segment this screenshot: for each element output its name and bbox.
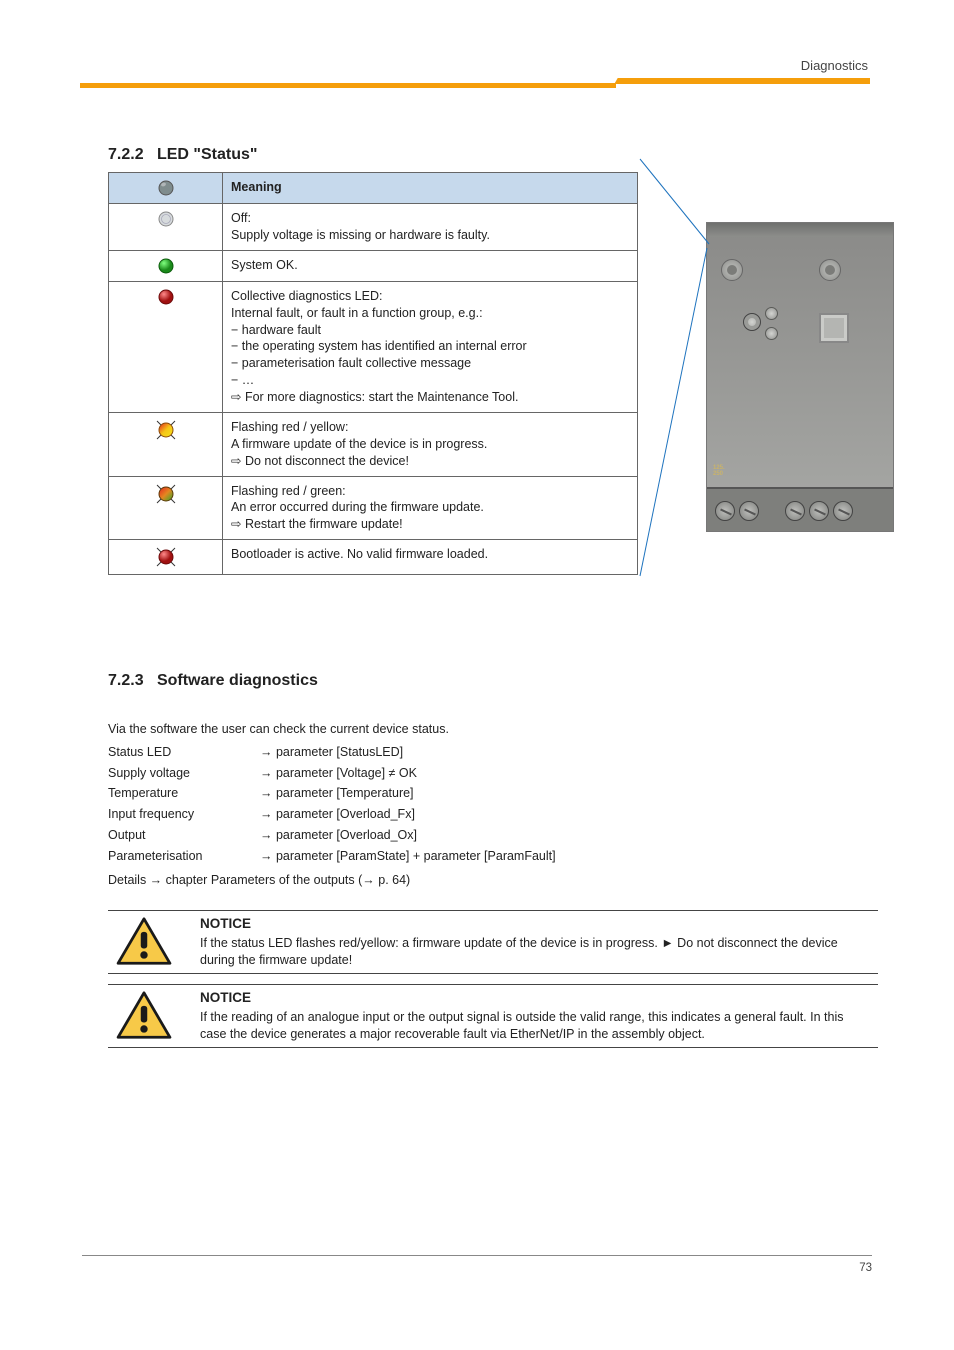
diag-item-value: → parameter [Overload_Fx] (260, 805, 415, 824)
diag-item: Temperature (108, 784, 250, 803)
header-accent-bar (634, 78, 870, 84)
notice-text: NOTICE If the status LED flashes red/yel… (200, 915, 870, 969)
section-number: 7.2.2 (108, 146, 144, 163)
table-cell: System OK. (223, 250, 638, 281)
table-cell: Collective diagnostics LED: Internal fau… (223, 281, 638, 412)
warning-icon (116, 991, 172, 1041)
header-chapter: Diagnostics (801, 58, 868, 73)
diag-item-value: → parameter [StatusLED] (260, 743, 403, 762)
diag-note: Details → chapter Parameters of the outp… (108, 871, 878, 890)
diag-item: Parameterisation (108, 847, 250, 866)
diag-item-value: → parameter [Overload_Ox] (260, 826, 417, 845)
table-cell: Bootloader is active. No valid firmware … (223, 540, 638, 575)
table-header-led (109, 173, 223, 204)
section-title: Software diagnostics (157, 672, 318, 689)
table-row: Bootloader is active. No valid firmware … (109, 540, 638, 575)
notice-body: If the reading of an analogue input or t… (200, 1010, 843, 1041)
diag-intro: Via the software the user can check the … (108, 720, 878, 739)
page-header: Diagnostics (0, 0, 954, 94)
section-title: LED "Status" (157, 146, 258, 163)
table-header-meaning: Meaning (223, 173, 638, 204)
table-cell: Off:Supply voltage is missing or hardwar… (223, 204, 638, 251)
notice-text: NOTICE If the reading of an analogue inp… (200, 989, 870, 1043)
diag-item: Output (108, 826, 250, 845)
section-heading-led-status: 7.2.2 LED "Status" (108, 146, 878, 164)
table-cell: Flashing red / green: An error occurred … (223, 476, 638, 540)
notice-title: NOTICE (200, 989, 870, 1007)
footer-page-number: 73 (859, 1262, 872, 1274)
device-illustration: 125.250 (706, 222, 894, 532)
section-number: 7.2.3 (108, 672, 144, 689)
sw-diag-body: Via the software the user can check the … (108, 720, 878, 890)
table-row: Off:Supply voltage is missing or hardwar… (109, 204, 638, 251)
table-row: Flashing red / green: An error occurred … (109, 476, 638, 540)
led-green-icon (157, 257, 175, 275)
diag-item-value: → parameter [Voltage] ≠ OK (260, 764, 417, 783)
led-red-flash-icon (155, 546, 177, 568)
table-row: Collective diagnostics LED: Internal fau… (109, 281, 638, 412)
page: Diagnostics 7.2.2 LED "Status" Meaning O… (0, 0, 954, 1350)
table-and-diagram: Meaning Off:Supply voltage is missing or… (108, 172, 878, 632)
header-accent-bar (80, 83, 616, 88)
content-area: 7.2.2 LED "Status" Meaning Off:Supply vo… (108, 146, 878, 1048)
notice-title: NOTICE (200, 915, 870, 933)
notice-1: NOTICE If the status LED flashes red/yel… (108, 910, 878, 974)
page-footer: 73 (82, 1255, 872, 1274)
led-redyellow-flash-icon (155, 419, 177, 441)
led-header-icon (157, 179, 175, 197)
warning-icon (116, 917, 172, 967)
diag-item: Status LED (108, 743, 250, 762)
diag-item: Input frequency (108, 805, 250, 824)
led-status-table: Meaning Off:Supply voltage is missing or… (108, 172, 638, 575)
diag-item-value: → parameter [Temperature] (260, 784, 414, 803)
led-redgreen-flash-icon (155, 483, 177, 505)
section-heading-sw-diag: 7.2.3 Software diagnostics (108, 672, 878, 690)
notice-2: NOTICE If the reading of an analogue inp… (108, 984, 878, 1048)
notice-body: If the status LED flashes red/yellow: a … (200, 936, 838, 967)
device-diagram-wrap: 125.250 (644, 172, 864, 632)
table-row: System OK. (109, 250, 638, 281)
led-off-icon (157, 210, 175, 228)
led-red-icon (157, 288, 175, 306)
diag-item-value: → parameter [ParamState] + parameter [Pa… (260, 847, 556, 866)
table-row: Flashing red / yellow: A firmware update… (109, 412, 638, 476)
table-cell: Flashing red / yellow: A firmware update… (223, 412, 638, 476)
diag-item: Supply voltage (108, 764, 250, 783)
